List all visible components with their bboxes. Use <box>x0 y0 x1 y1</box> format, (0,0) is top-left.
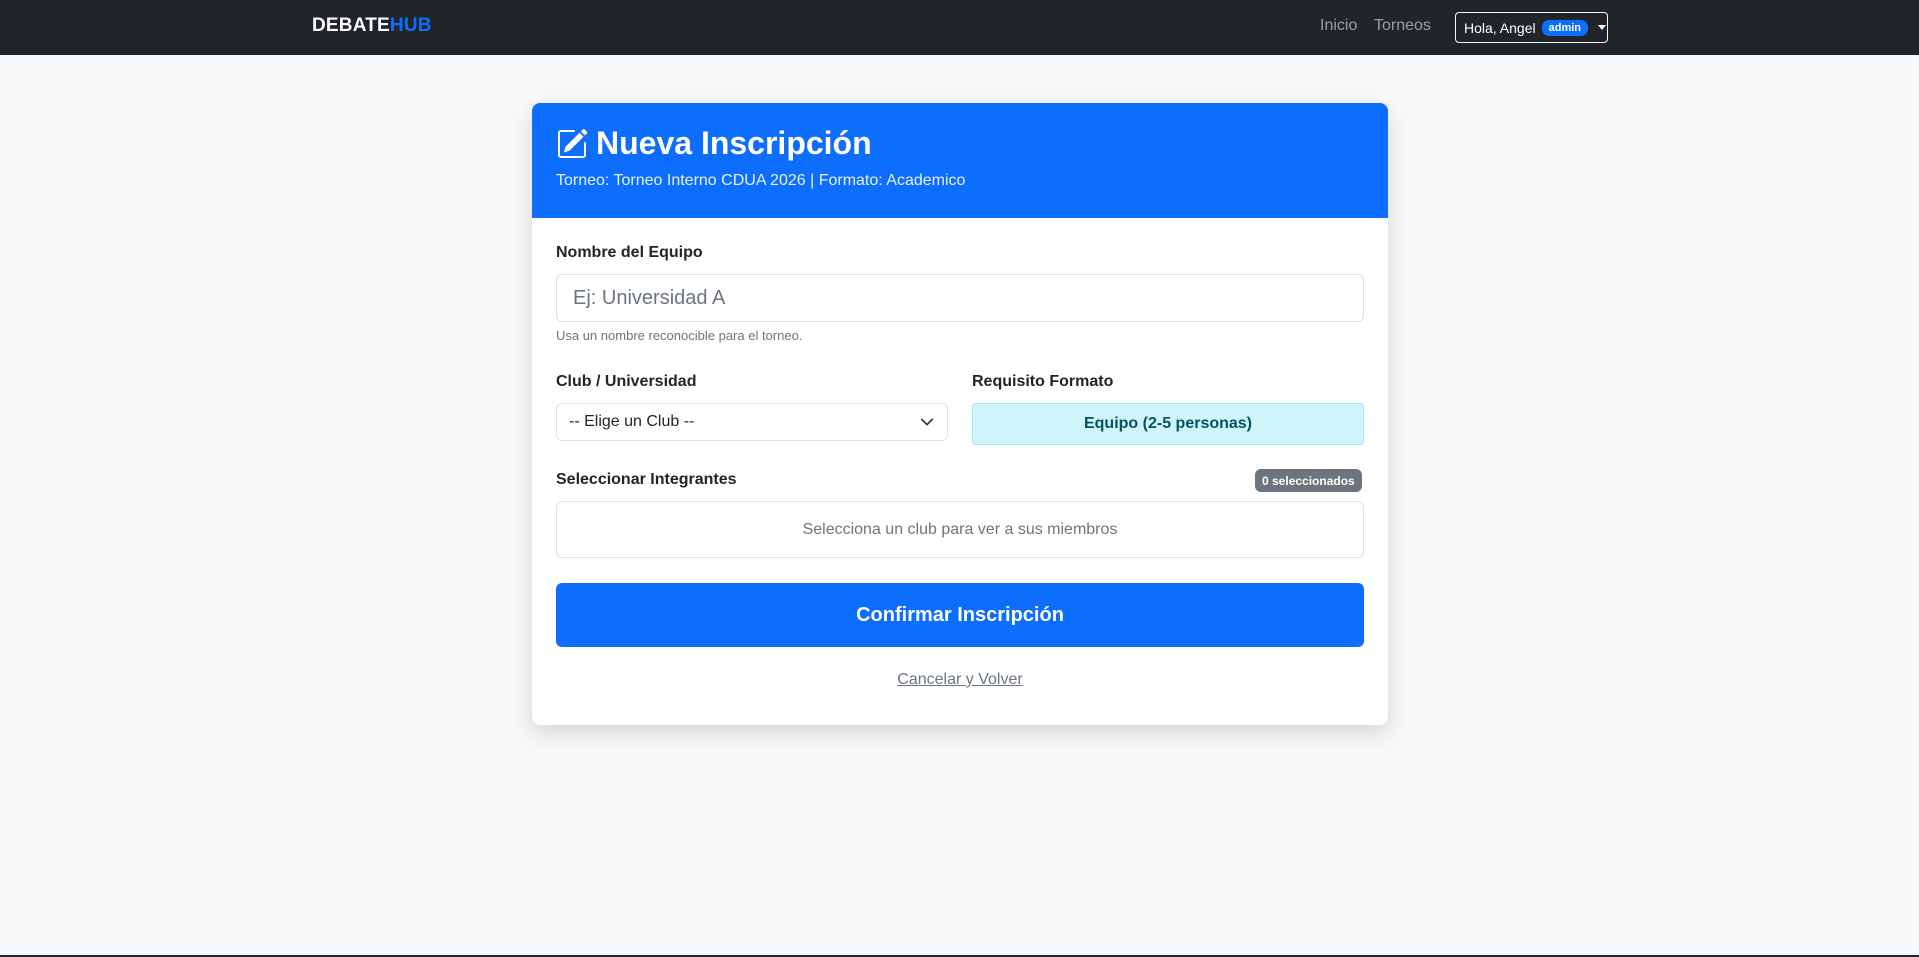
brand-logo[interactable]: DEBATEHUB <box>312 15 432 37</box>
team-name-help: Usa un nombre reconocible para el torneo… <box>556 328 803 343</box>
selected-count-badge: 0 seleccionados <box>1255 469 1362 492</box>
pencil-square-icon <box>558 128 588 158</box>
nav-link-torneos[interactable]: Torneos <box>1374 17 1431 35</box>
nav-link-inicio[interactable]: Inicio <box>1320 17 1357 35</box>
brand-part1: DEBATE <box>312 15 390 36</box>
chevron-down-icon <box>920 418 934 426</box>
team-name-input[interactable] <box>556 274 1364 322</box>
caret-down-icon <box>1598 25 1607 30</box>
cancel-link[interactable]: Cancelar y Volver <box>532 671 1388 689</box>
members-list-box: Selecciona un club para ver a sus miembr… <box>556 501 1364 558</box>
registration-card: Nueva Inscripción Torneo: Torneo Interno… <box>532 103 1388 725</box>
page-title: Nueva Inscripción <box>556 125 872 162</box>
confirm-registration-button[interactable]: Confirmar Inscripción <box>556 583 1364 647</box>
top-navbar: DEBATEHUB Inicio Torneos Hola, Angel adm… <box>0 0 1919 55</box>
brand-part2: HUB <box>389 15 432 36</box>
club-label: Club / Universidad <box>556 373 697 390</box>
members-label: Seleccionar Integrantes <box>556 471 737 488</box>
club-select-value: -- Elige un Club -- <box>569 413 695 430</box>
team-name-label: Nombre del Equipo <box>556 244 703 261</box>
user-menu-button[interactable]: Hola, Angel admin <box>1455 12 1608 43</box>
user-role-badge: admin <box>1541 19 1589 36</box>
user-greeting: Hola, Angel <box>1464 19 1536 36</box>
club-select[interactable]: -- Elige un Club -- <box>556 403 948 441</box>
card-header: Nueva Inscripción Torneo: Torneo Interno… <box>532 103 1388 218</box>
format-label: Requisito Formato <box>972 373 1114 390</box>
tournament-subtitle: Torneo: Torneo Interno CDUA 2026 | Forma… <box>556 172 966 189</box>
format-requirement-box: Equipo (2-5 personas) <box>972 403 1364 445</box>
page-title-text: Nueva Inscripción <box>596 125 872 161</box>
